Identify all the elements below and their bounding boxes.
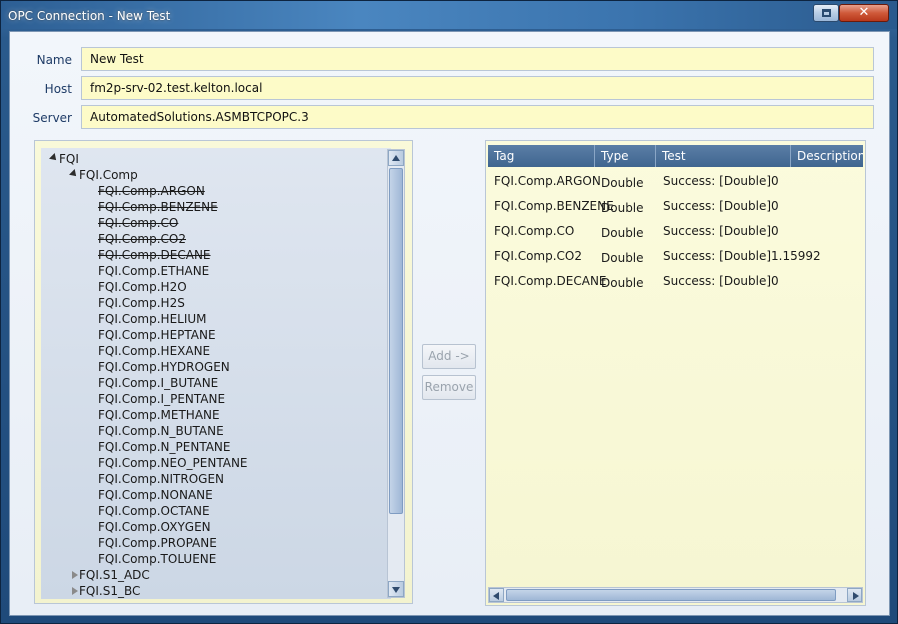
test-cell: Success: [Double]0: [663, 174, 779, 188]
table-row[interactable]: FQI.Comp.ARGON Double Success: [Double]0: [488, 169, 863, 194]
tree-node-label: FQI.S1_BC: [79, 584, 141, 598]
tag-cell: FQI.Comp.ARGON: [494, 174, 601, 188]
tree-node-label: FQI.Comp.OXYGEN: [98, 520, 211, 534]
type-cell: Double: [601, 226, 644, 240]
tree-node-label: FQI.Comp: [79, 168, 138, 182]
tree-node-label: FQI.Comp.DECANE: [98, 248, 211, 262]
table-row[interactable]: FQI.Comp.DECANE Double Success: [Double]0: [488, 269, 863, 294]
table-row[interactable]: FQI.Comp.BENZENE Double Success: [Double]0: [488, 194, 863, 219]
grid-header: Tag Type Test Description: [488, 145, 863, 167]
column-header-type[interactable]: Type: [595, 145, 656, 167]
tag-cell: FQI.Comp.BENZENE: [494, 199, 614, 213]
tree-node-label: FQI.Comp.H2O: [98, 280, 187, 294]
tag-cell: FQI.Comp.CO2: [494, 249, 583, 263]
host-label: Host: [44, 82, 72, 96]
table-row[interactable]: FQI.Comp.CO Double Success: [Double]0: [488, 219, 863, 244]
scroll-thumb[interactable]: [389, 168, 403, 514]
test-cell: Success: [Double]0: [663, 199, 779, 213]
tree-node-label: FQI.Comp.BENZENE: [98, 200, 218, 214]
restore-icon: [822, 9, 831, 17]
scroll-up-icon[interactable]: [388, 150, 404, 166]
tree-node-label: FQI.Comp.ARGON: [98, 184, 205, 198]
server-input[interactable]: [81, 105, 874, 129]
scroll-right-icon[interactable]: [847, 588, 862, 602]
type-cell: Double: [601, 176, 644, 190]
tree-node-label: FQI.Comp.N_PENTANE: [98, 440, 231, 454]
expanded-arrow-icon[interactable]: [69, 169, 79, 179]
tree-node-label: FQI.Comp.PROPANE: [98, 536, 217, 550]
host-input[interactable]: [81, 76, 874, 100]
tag-cell: FQI.Comp.CO: [494, 224, 575, 238]
tree-node-label: FQI.Comp.TOLUENE: [98, 552, 217, 566]
column-header-test[interactable]: Test: [656, 145, 791, 167]
tree-node-label: FQI.Comp.H2S: [98, 296, 185, 310]
tree-node-label: FQI.Comp.CO: [98, 216, 179, 230]
column-header-tag[interactable]: Tag: [488, 145, 595, 167]
tree-node-label: FQI.Comp.I_PENTANE: [98, 392, 226, 406]
tree-node-label: FQI.Comp.HYDROGEN: [98, 360, 230, 374]
close-button[interactable]: ✕: [839, 4, 889, 22]
tree-node-label: FQI.Comp.HEPTANE: [98, 328, 216, 342]
tree-node-label: FQI.Comp.METHANE: [98, 408, 220, 422]
tree-node-label: FQI.S1_ADC: [79, 568, 150, 582]
name-input[interactable]: [81, 47, 874, 71]
tag-cell: FQI.Comp.DECANE: [494, 274, 607, 288]
tree-node-label: FQI.Comp.NITROGEN: [98, 472, 225, 486]
scroll-left-icon[interactable]: [489, 588, 504, 602]
tags-grid-panel: Tag Type Test Description FQI.Comp.ARGON…: [485, 140, 866, 606]
remove-button[interactable]: Remove: [422, 375, 476, 400]
server-label: Server: [32, 111, 72, 125]
test-cell: Success: [Double]1.15992: [663, 249, 821, 263]
tree-node-label: FQI.Comp.NONANE: [98, 488, 213, 502]
window-title: OPC Connection - New Test: [8, 9, 171, 23]
close-icon: ✕: [858, 5, 870, 20]
test-cell: Success: [Double]0: [663, 224, 779, 238]
tree-node-label: FQI.Comp.HEXANE: [98, 344, 211, 358]
tree-node-label: FQI.Comp.NEO_PENTANE: [98, 456, 248, 470]
opc-connection-window: OPC Connection - New Test ✕ Name Host Se…: [0, 0, 898, 624]
grid-body: FQI.Comp.ARGON Double Success: [Double]0 FQ…: [488, 169, 863, 589]
scroll-down-icon[interactable]: [388, 581, 404, 597]
tree-node-label: FQI.Comp.N_BUTANE: [98, 424, 224, 438]
expanded-arrow-icon[interactable]: [49, 153, 59, 163]
grid-horizontal-scrollbar[interactable]: [488, 587, 863, 603]
tree-node-label: FQI.Comp.ETHANE: [98, 264, 210, 278]
tree-node-label: FQI.Comp.HELIUM: [98, 312, 207, 326]
tree-node-label: FQI.Comp.CO2: [98, 232, 187, 246]
restore-button[interactable]: [813, 4, 839, 22]
tree-node-label: FQI.Comp.I_BUTANE: [98, 376, 219, 390]
type-cell: Double: [601, 276, 644, 290]
tree-node-label: FQI: [59, 152, 79, 166]
tag-tree[interactable]: FQI FQI.Comp FQI.Comp.ARGON FQI.Comp.BENZ…: [41, 148, 391, 599]
name-label: Name: [36, 53, 72, 67]
title-bar[interactable]: OPC Connection - New Test ✕: [1, 1, 897, 29]
dialog-body: Name Host Server FQI FQI.Comp FQI.Comp.A…: [9, 31, 890, 616]
tree-vertical-scrollbar[interactable]: [387, 149, 405, 598]
test-cell: Success: [Double]0: [663, 274, 779, 288]
type-cell: Double: [601, 201, 644, 215]
collapsed-arrow-icon[interactable]: [72, 571, 78, 579]
scroll-thumb[interactable]: [506, 589, 836, 601]
column-header-description[interactable]: Description: [791, 145, 863, 167]
tag-tree-panel: FQI FQI.Comp FQI.Comp.ARGON FQI.Comp.BENZ…: [34, 140, 413, 604]
collapsed-arrow-icon[interactable]: [72, 587, 78, 595]
tree-node-label: FQI.Comp.OCTANE: [98, 504, 210, 518]
type-cell: Double: [601, 251, 644, 265]
table-row[interactable]: FQI.Comp.CO2 Double Success: [Double]1.159…: [488, 244, 863, 269]
add-button[interactable]: Add ->: [422, 344, 476, 369]
